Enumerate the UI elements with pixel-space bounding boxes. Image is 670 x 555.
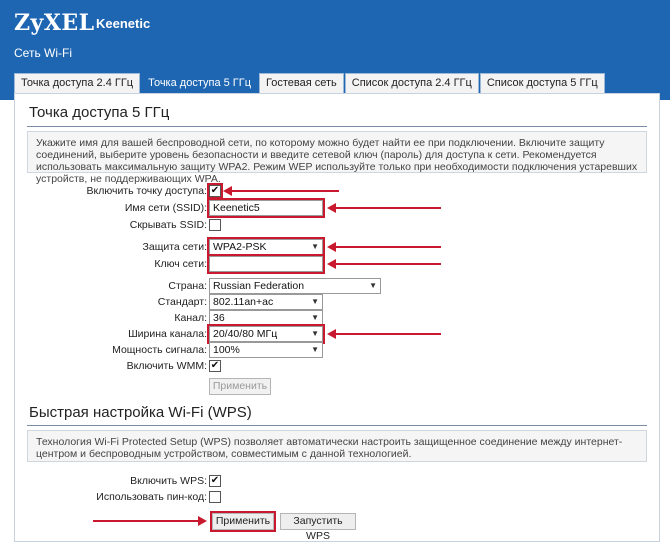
signal-power-value: 100% [213, 344, 240, 356]
ssid-label: Имя сети (SSID): [124, 202, 207, 214]
channel-width-label: Ширина канала: [128, 328, 207, 340]
tab-guest-network[interactable]: Гостевая сеть [259, 73, 344, 94]
channel-width-value: 20/40/80 МГц [213, 328, 278, 340]
wps-heading: Быстрая настройка Wi-Fi (WPS) [29, 404, 252, 421]
network-key-input[interactable] [207, 254, 325, 274]
country-select[interactable]: Russian Federation ▼ [209, 278, 381, 294]
signal-power-select[interactable]: 100% ▼ [209, 342, 323, 358]
tab-bar: Точка доступа 2.4 ГГц Точка доступа 5 ГГ… [14, 73, 606, 94]
channel-label: Канал: [174, 312, 207, 324]
chevron-down-icon: ▼ [311, 242, 319, 251]
security-label: Защита сети: [142, 241, 207, 253]
start-wps-button[interactable]: Запустить WPS [280, 513, 356, 542]
row-use-pin: Использовать пин-код: [15, 489, 659, 505]
row-enable-wps: Включить WPS: ✔ [15, 473, 659, 489]
security-value: WPA2-PSK [213, 241, 267, 253]
enable-ap-label: Включить точку доступа: [86, 185, 207, 197]
channel-select[interactable]: 36 ▼ [209, 310, 323, 326]
ap5-divider [27, 126, 647, 127]
wps-divider [27, 425, 647, 426]
section-title: Сеть Wi-Fi [14, 46, 73, 60]
chevron-down-icon: ▼ [369, 281, 377, 290]
settings-panel: Точка доступа 5 ГГц Укажите имя для ваше… [14, 93, 660, 542]
ap5-apply-button[interactable]: Применить [209, 378, 271, 395]
use-pin-label: Использовать пин-код: [96, 491, 207, 503]
chevron-down-icon: ▼ [311, 313, 319, 322]
row-hide-ssid: Скрывать SSID: [15, 217, 659, 233]
tab-access-list-5[interactable]: Список доступа 5 ГГц [479, 73, 605, 94]
security-select[interactable]: WPA2-PSK ▼ [207, 237, 325, 257]
annotation-arrow-icon [327, 242, 441, 252]
annotation-arrow-icon [327, 259, 441, 269]
enable-wps-label: Включить WPS: [130, 475, 207, 487]
header-bar: ZyXEL Keenetic Сеть Wi-Fi Точка доступа … [0, 0, 670, 100]
zyxel-logo: ZyXEL [14, 10, 95, 36]
tab-ap-5[interactable]: Точка доступа 5 ГГц [141, 73, 259, 94]
row-channel: Канал: 36 ▼ [15, 310, 659, 326]
wmm-checkbox[interactable]: ✔ [209, 360, 221, 372]
wps-info-box: Технология Wi-Fi Protected Setup (WPS) п… [27, 430, 647, 462]
standard-label: Стандарт: [157, 296, 207, 308]
enable-wps-checkbox[interactable]: ✔ [209, 475, 221, 487]
hide-ssid-label: Скрывать SSID: [129, 219, 207, 231]
chevron-down-icon: ▼ [311, 329, 319, 338]
hide-ssid-checkbox[interactable] [209, 219, 221, 231]
annotation-arrow-icon [327, 203, 441, 213]
country-label: Страна: [168, 280, 207, 292]
annotation-arrow-icon [223, 186, 339, 196]
network-key-label: Ключ сети: [154, 258, 207, 270]
ap5-info-box: Укажите имя для вашей беспроводной сети,… [27, 131, 647, 185]
enable-ap-checkbox[interactable]: ✔ [207, 183, 223, 199]
signal-power-label: Мощность сигнала: [112, 344, 207, 356]
channel-value: 36 [213, 312, 225, 324]
tab-access-list-24[interactable]: Список доступа 2.4 ГГц [344, 73, 479, 94]
row-signal-power: Мощность сигнала: 100% ▼ [15, 342, 659, 358]
row-country: Страна: Russian Federation ▼ [15, 278, 659, 294]
wps-apply-button[interactable]: Применить [210, 511, 276, 532]
use-pin-checkbox[interactable] [209, 491, 221, 503]
annotation-arrow-icon [93, 516, 207, 526]
country-value: Russian Federation [213, 280, 305, 292]
chevron-down-icon: ▼ [311, 297, 319, 306]
tab-ap-24[interactable]: Точка доступа 2.4 ГГц [14, 73, 141, 94]
ssid-input[interactable]: Keenetic5 [207, 198, 325, 218]
chevron-down-icon: ▼ [311, 345, 319, 354]
standard-select[interactable]: 802.11an+ac ▼ [209, 294, 323, 310]
standard-value: 802.11an+ac [213, 296, 274, 308]
annotation-arrow-icon [327, 329, 441, 339]
row-standard: Стандарт: 802.11an+ac ▼ [15, 294, 659, 310]
ap5-heading: Точка доступа 5 ГГц [29, 104, 170, 121]
wmm-label: Включить WMM: [126, 360, 207, 372]
channel-width-select[interactable]: 20/40/80 МГц ▼ [207, 324, 325, 344]
row-wmm: Включить WMM: ✔ [15, 358, 659, 374]
product-name: Keenetic [96, 16, 151, 31]
